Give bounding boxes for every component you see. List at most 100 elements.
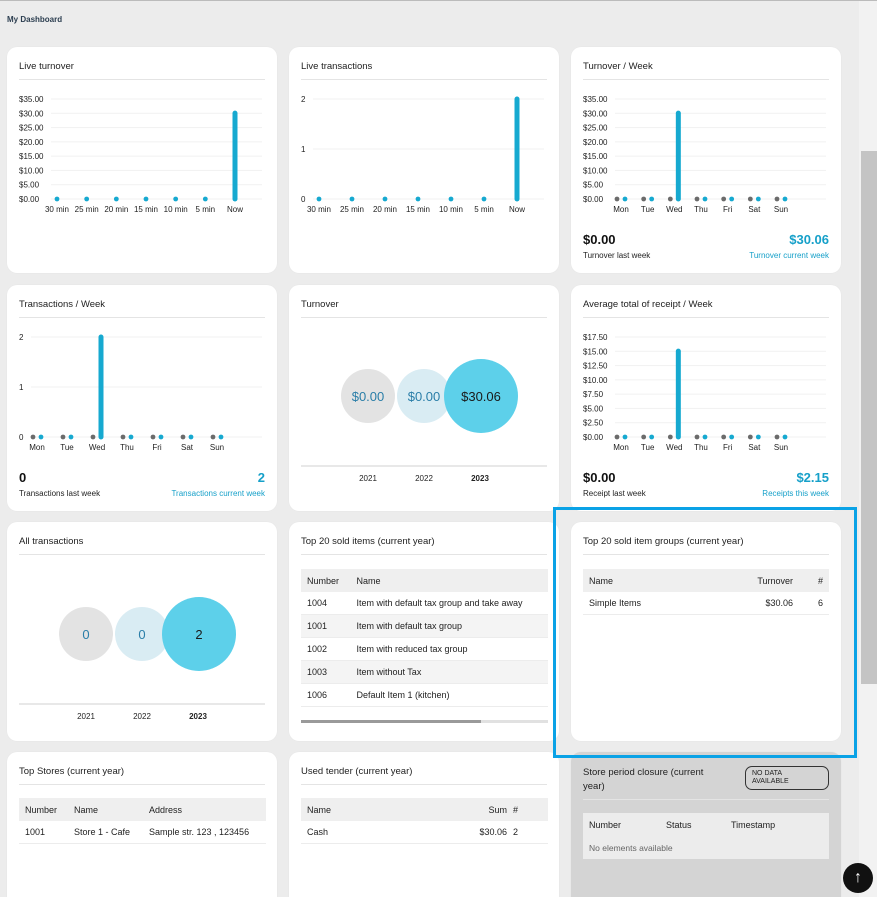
- card-title: Top Stores (current year): [19, 766, 265, 785]
- page-scrollbar-thumb[interactable]: [861, 151, 877, 684]
- y-tick-label: $10.00: [583, 376, 608, 385]
- column-header-status[interactable]: Status: [660, 820, 725, 830]
- card-turnover: Turnover $0.00 $0.00 $30.06 2021 2022 2023: [289, 285, 559, 511]
- table-row[interactable]: 1004 Item with default tax group and tak…: [301, 592, 548, 615]
- bar: [481, 196, 487, 202]
- card-title-line: year): [583, 780, 605, 792]
- transactions-week-chart: 0 1 2 Mon Tue Wed Thu Fri Sat Sun: [19, 333, 262, 452]
- bubble-label: $30.06: [461, 389, 501, 404]
- x-tick-label: Wed: [666, 443, 682, 452]
- x-tick-label: 15 min: [406, 205, 430, 214]
- x-tick-label: Sun: [210, 443, 224, 452]
- bar-previous-week: [150, 434, 156, 440]
- x-tick-label: Now: [509, 205, 525, 214]
- bar: [113, 196, 119, 202]
- cell-count: 6: [817, 598, 823, 608]
- x-tick-label: 2022: [133, 712, 151, 721]
- y-tick-label: 2: [301, 95, 306, 104]
- column-header-name[interactable]: Name: [350, 576, 548, 586]
- bar-previous-week: [667, 196, 673, 202]
- column-header-number[interactable]: Number: [19, 805, 68, 815]
- table-row[interactable]: 1006 Default Item 1 (kitchen): [301, 684, 548, 707]
- column-header-sum[interactable]: Sum: [451, 805, 507, 815]
- table-header: Name Sum #: [301, 798, 548, 821]
- bar-previous-week: [614, 434, 620, 440]
- cell-name: Item with reduced tax group: [356, 644, 468, 654]
- column-header-name[interactable]: Name: [583, 576, 733, 586]
- x-tick-label: 15 min: [134, 205, 158, 214]
- column-header-number[interactable]: Number: [301, 576, 350, 586]
- bar: [382, 196, 388, 202]
- page-title: My Dashboard: [7, 15, 63, 24]
- y-tick-label: $35.00: [19, 95, 44, 104]
- table-row[interactable]: 1003 Item without Tax: [301, 661, 548, 684]
- table-header: Number Name Address: [19, 798, 266, 821]
- table-horizontal-scrollbar[interactable]: [301, 720, 548, 723]
- table-horizontal-scrollbar-thumb[interactable]: [301, 720, 481, 723]
- x-tick-label: Tue: [641, 443, 655, 452]
- x-tick-label: Sat: [748, 205, 761, 214]
- card-title: Top 20 sold items (current year): [301, 536, 547, 555]
- card-live-transactions: Live transactions 0 1 2 30 min 25 min 20 min 1…: [289, 47, 559, 273]
- column-header-address[interactable]: Address: [143, 805, 266, 815]
- x-tick-label: 2023: [471, 474, 489, 483]
- table-row[interactable]: Simple Items $30.06 6: [583, 592, 829, 615]
- table-header: Name Turnover #: [583, 569, 829, 592]
- bar-current-week: [782, 434, 788, 440]
- bar-current-week: [729, 196, 735, 202]
- bar: [448, 196, 454, 202]
- bar: [173, 196, 179, 202]
- y-tick-label: $0.00: [19, 195, 40, 204]
- cell-name: Cash: [307, 827, 329, 837]
- card-top-sold-items: Top 20 sold items (current year) Number …: [289, 522, 559, 741]
- transactions-last-week-value: 0: [19, 470, 27, 485]
- card-title: Top 20 sold item groups (current year): [583, 536, 829, 555]
- divider: [583, 799, 829, 800]
- y-tick-label: $5.00: [583, 404, 604, 413]
- x-tick-label: Mon: [29, 443, 45, 452]
- column-header-name[interactable]: Name: [301, 805, 451, 815]
- x-tick-label: 2021: [77, 712, 95, 721]
- bar-previous-week: [774, 196, 780, 202]
- column-header-turnover[interactable]: Turnover: [733, 576, 793, 586]
- column-header-count[interactable]: #: [507, 805, 548, 815]
- bar-previous-week: [120, 434, 126, 440]
- x-tick-label: Thu: [694, 443, 708, 452]
- all-transactions-bubble-chart: 0 0 2 2021 2022 2023: [19, 597, 265, 721]
- card-store-period-closure: Store period closure (current year) NO D…: [571, 752, 841, 897]
- x-tick-label: 20 min: [373, 205, 397, 214]
- y-tick-label: 1: [19, 383, 24, 392]
- cell-name: Store 1 - Cafe: [74, 827, 131, 837]
- y-tick-label: $12.50: [583, 362, 608, 371]
- bar-previous-week: [641, 434, 647, 440]
- column-header-number[interactable]: Number: [583, 820, 660, 830]
- scroll-to-top-button[interactable]: ↑: [843, 863, 873, 893]
- bar-previous-week: [90, 434, 96, 440]
- y-tick-label: $15.00: [583, 152, 608, 161]
- y-tick-label: 0: [301, 195, 306, 204]
- x-tick-label: 10 min: [164, 205, 188, 214]
- column-header-timestamp[interactable]: Timestamp: [725, 820, 829, 830]
- bar-current-week: [755, 196, 761, 202]
- x-tick-label: 30 min: [307, 205, 331, 214]
- y-tick-label: $25.00: [583, 124, 608, 133]
- cell-turnover: $30.06: [765, 598, 793, 608]
- bar: [415, 196, 421, 202]
- bar-previous-week: [667, 434, 673, 440]
- card-avg-receipt-week: Average total of receipt / Week $0.00 $2.…: [571, 285, 841, 511]
- table-row[interactable]: Cash $30.06 2: [301, 821, 548, 844]
- live-transactions-chart: 0 1 2 30 min 25 min 20 min 15 min 10 min 5 min No…: [301, 95, 544, 214]
- bar-current-week: [188, 434, 194, 440]
- table-row[interactable]: 1002 Item with reduced tax group: [301, 638, 548, 661]
- card-top-item-groups: Top 20 sold item groups (current year) N…: [571, 522, 841, 741]
- cell-name: Default Item 1 (kitchen): [356, 690, 450, 700]
- receipt-last-week-value: $0.00: [583, 470, 616, 485]
- y-tick-label: 2: [19, 333, 24, 342]
- table-row[interactable]: 1001 Store 1 - Cafe Sample str. 123 , 12…: [19, 821, 266, 844]
- cell-number: 1001: [307, 621, 328, 631]
- column-header-name[interactable]: Name: [68, 805, 143, 815]
- bubble-label: 2: [195, 627, 202, 642]
- cell-address: Sample str. 123 , 123456: [149, 827, 250, 837]
- table-row[interactable]: 1001 Item with default tax group: [301, 615, 548, 638]
- column-header-count[interactable]: #: [793, 576, 829, 586]
